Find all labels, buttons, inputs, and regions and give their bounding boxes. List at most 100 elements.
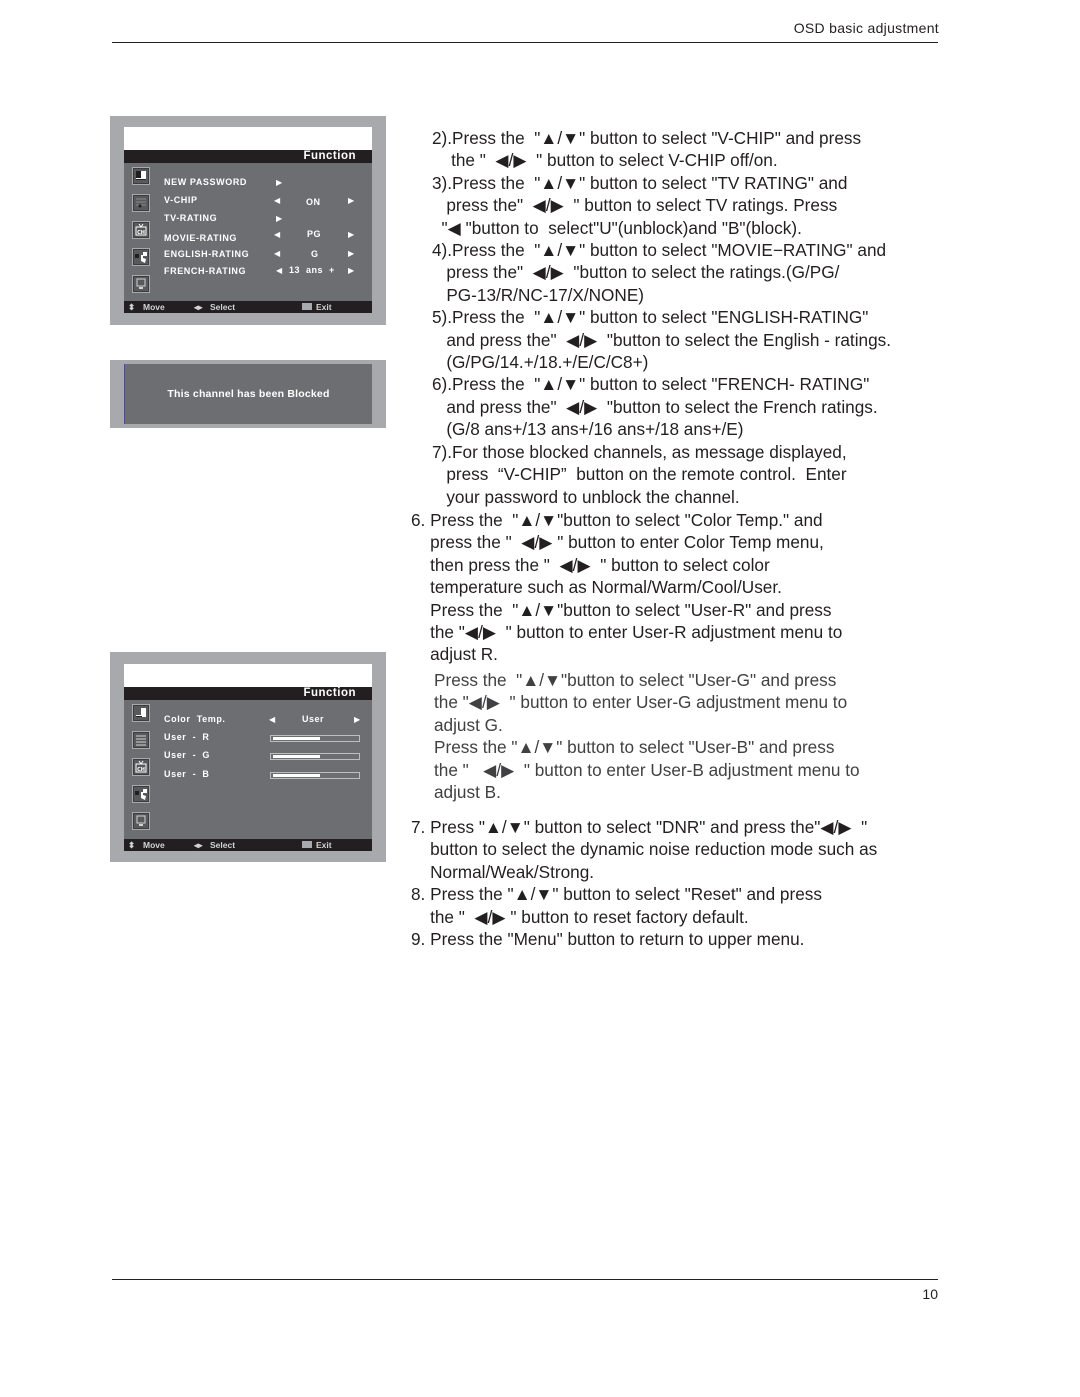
color-temp-value: User xyxy=(302,714,325,724)
menu-item-v-chip[interactable]: V-CHIP xyxy=(164,195,198,205)
picture-icon[interactable] xyxy=(132,704,150,722)
menu-item-user-r[interactable]: User - R xyxy=(164,732,210,742)
function-icon[interactable] xyxy=(132,785,150,803)
instruction-line: the " ◀/▶ " button to reset factory defa… xyxy=(411,906,749,927)
right-arrow-icon[interactable]: ▶ xyxy=(348,230,354,240)
instruction-line: Press the "▲/▼"button to select "User-G"… xyxy=(434,670,837,690)
up-down-arrow-icon: ⬍ xyxy=(128,302,136,312)
instruction-line: temperature such as Normal/Warm/Cool/Use… xyxy=(411,577,782,598)
instruction-line: press the" ◀/▶ " button to select TV rat… xyxy=(432,195,838,216)
instruction-line: 6. Press the "▲/▼"button to select "Colo… xyxy=(411,510,823,530)
menu-item-english-rating[interactable]: ENGLISH-RATING xyxy=(164,249,249,259)
slider-fill xyxy=(273,755,321,758)
instruction-line: Press the "▲/▼" button to select "User-B… xyxy=(434,737,835,758)
french-rating-value: 13 ans + xyxy=(289,265,335,275)
instruction-line: 7).For those blocked channels, as messag… xyxy=(432,441,847,462)
osd-vchip-menu: Function CH NEW PASSWORD ▶ V-CHIP ◀ ON ▶… xyxy=(110,116,386,325)
vchip-instructions: 2).Press the "▲/▼" button to select "V-C… xyxy=(432,127,891,508)
instruction-line: 7. Press "▲/▼" button to select "DNR" an… xyxy=(411,817,868,837)
blocked-channel-dialog: This channel has been Blocked xyxy=(110,360,386,428)
instruction-line: adjust G. xyxy=(434,714,503,735)
instruction-line: the " ◀/▶ " button to select V-CHIP off/… xyxy=(432,150,778,171)
instruction-line: 4).Press the "▲/▼" button to select "MOV… xyxy=(432,240,887,261)
left-arrow-icon[interactable]: ◀ xyxy=(269,715,275,725)
instruction-line: your password to unblock the channel. xyxy=(432,486,740,507)
osd-color-menu: Function CH Color Temp. ◀ User ▶ User - … xyxy=(110,652,386,862)
osd-body: CH Color Temp. ◀ User ▶ User - R User - … xyxy=(124,700,372,839)
instruction-line: Press the "▲/▼"button to select "User-R"… xyxy=(411,599,832,620)
menu-item-color-temp[interactable]: Color Temp. xyxy=(164,714,226,724)
menu-item-movie-rating[interactable]: MOVIE-RATING xyxy=(164,233,237,243)
movie-rating-value: PG xyxy=(307,229,322,239)
footer-exit: Exit xyxy=(316,302,332,312)
instruction-line: adjust B. xyxy=(434,782,501,803)
function-icon[interactable] xyxy=(132,248,150,266)
instruction-line: button to select the dynamic noise reduc… xyxy=(411,839,878,860)
instruction-line: Normal/Weak/Strong. xyxy=(411,861,595,882)
left-arrow-icon[interactable]: ◀ xyxy=(274,249,280,259)
instruction-line: "◀ "button to select"U"(unblock)and "B"(… xyxy=(432,217,802,238)
left-arrow-icon[interactable]: ◀ xyxy=(274,230,280,240)
footer-select: Select xyxy=(210,302,236,312)
left-right-arrow-icon: ◂▸ xyxy=(194,840,203,850)
slider-fill xyxy=(273,774,321,777)
up-down-arrow-icon: ⬍ xyxy=(128,840,136,850)
instruction-line: 5).Press the "▲/▼" button to select "ENG… xyxy=(432,307,869,328)
user-b-slider[interactable] xyxy=(270,772,360,779)
instruction-line: the "◀/▶ " button to enter User-R adjust… xyxy=(411,622,843,643)
left-arrow-icon[interactable]: ◀ xyxy=(274,196,280,206)
english-rating-value: G xyxy=(311,249,319,259)
svg-text:CH: CH xyxy=(137,767,145,773)
instruction-line: the " ◀/▶ " button to enter User-B adjus… xyxy=(434,759,860,780)
footer-divider xyxy=(112,1279,938,1280)
left-right-arrow-icon: ◂▸ xyxy=(194,302,203,312)
left-arrow-icon[interactable]: ◀ xyxy=(276,266,282,276)
menu-item-user-g[interactable]: User - G xyxy=(164,750,210,760)
instruction-line: press “V-CHIP” button on the remote cont… xyxy=(432,464,847,485)
menu-item-tv-rating[interactable]: TV-RATING xyxy=(164,213,217,223)
channel-icon[interactable]: CH xyxy=(132,758,150,776)
footer-select: Select xyxy=(210,840,236,850)
footer-exit: Exit xyxy=(316,840,332,850)
instruction-line: (G/8 ans+/13 ans+/16 ans+/18 ans+/E) xyxy=(432,419,744,440)
svg-text:CH: CH xyxy=(137,230,145,236)
right-arrow-icon[interactable]: ▶ xyxy=(354,715,360,725)
final-instructions: 7. Press "▲/▼" button to select "DNR" an… xyxy=(411,816,877,950)
right-arrow-icon[interactable]: ▶ xyxy=(348,266,354,276)
screen-icon[interactable] xyxy=(132,812,150,830)
right-arrow-icon[interactable]: ▶ xyxy=(348,196,354,206)
instruction-line: and press the" ◀/▶ "button to select the… xyxy=(432,396,878,417)
sound-icon[interactable] xyxy=(132,731,150,749)
right-arrow-icon[interactable]: ▶ xyxy=(276,214,282,224)
user-r-slider[interactable] xyxy=(270,735,360,742)
osd-header-blank xyxy=(124,127,372,150)
osd-footer: ⬍ Move ◂▸ Select Exit xyxy=(124,839,372,851)
instruction-line: 9. Press the "Menu" button to return to … xyxy=(411,929,805,950)
screen-icon[interactable] xyxy=(132,275,150,293)
menu-item-french-rating[interactable]: FRENCH-RATING xyxy=(164,266,246,276)
osd-header-blank xyxy=(124,664,372,687)
menu-item-new-password[interactable]: NEW PASSWORD xyxy=(164,177,247,187)
instruction-line: press the " ◀/▶ " button to enter Color … xyxy=(411,532,824,553)
picture-icon[interactable] xyxy=(132,167,150,185)
slider-fill xyxy=(273,737,321,740)
sound-icon[interactable] xyxy=(132,194,150,212)
instruction-line: PG-13/R/NC-17/X/NONE) xyxy=(432,284,645,305)
menu-key-icon xyxy=(302,841,312,848)
user-g-slider[interactable] xyxy=(270,753,360,760)
instruction-line: 6).Press the "▲/▼" button to select "FRE… xyxy=(432,374,870,395)
instruction-line: press the" ◀/▶ "button to select the rat… xyxy=(432,262,840,283)
menu-key-icon xyxy=(302,303,312,310)
osd-title: Function xyxy=(124,687,372,700)
channel-icon[interactable]: CH xyxy=(132,221,150,239)
menu-item-user-b[interactable]: User - B xyxy=(164,769,210,779)
color-temp-instructions: 6. Press the "▲/▼"button to select "Colo… xyxy=(411,509,842,666)
right-arrow-icon[interactable]: ▶ xyxy=(348,249,354,259)
osd-title: Function xyxy=(124,150,372,163)
v-chip-value: ON xyxy=(306,197,321,207)
page-header-title: OSD basic adjustment xyxy=(793,20,939,36)
instruction-line: the "◀/▶ " button to enter User-G adjust… xyxy=(434,692,848,713)
instruction-line: and press the" ◀/▶ "button to select the… xyxy=(432,329,892,350)
footer-move: Move xyxy=(143,840,165,850)
right-arrow-icon[interactable]: ▶ xyxy=(276,178,282,188)
